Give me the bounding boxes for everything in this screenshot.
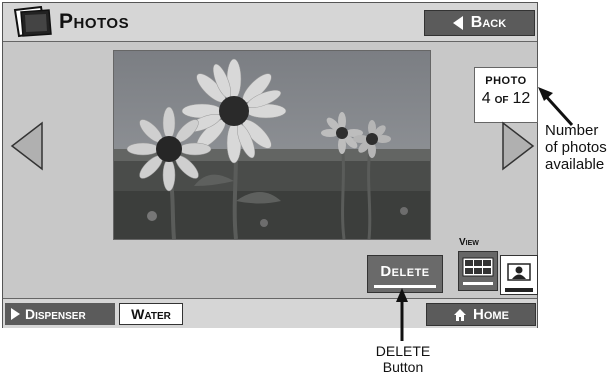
callout-arrows <box>396 87 574 341</box>
photos-callout-line2: of photos <box>545 139 607 156</box>
photos-callout: Number of photos available <box>545 122 607 173</box>
photos-callout-line3: available <box>545 156 605 173</box>
delete-callout-line1: DELETE <box>375 343 431 359</box>
delete-callout-arrowhead <box>396 288 408 302</box>
delete-callout: DELETE Button <box>373 343 433 375</box>
delete-callout-line2: Button <box>382 359 424 375</box>
photos-callout-line1: Number <box>545 122 599 139</box>
photos-callout-arrowhead <box>538 87 553 101</box>
